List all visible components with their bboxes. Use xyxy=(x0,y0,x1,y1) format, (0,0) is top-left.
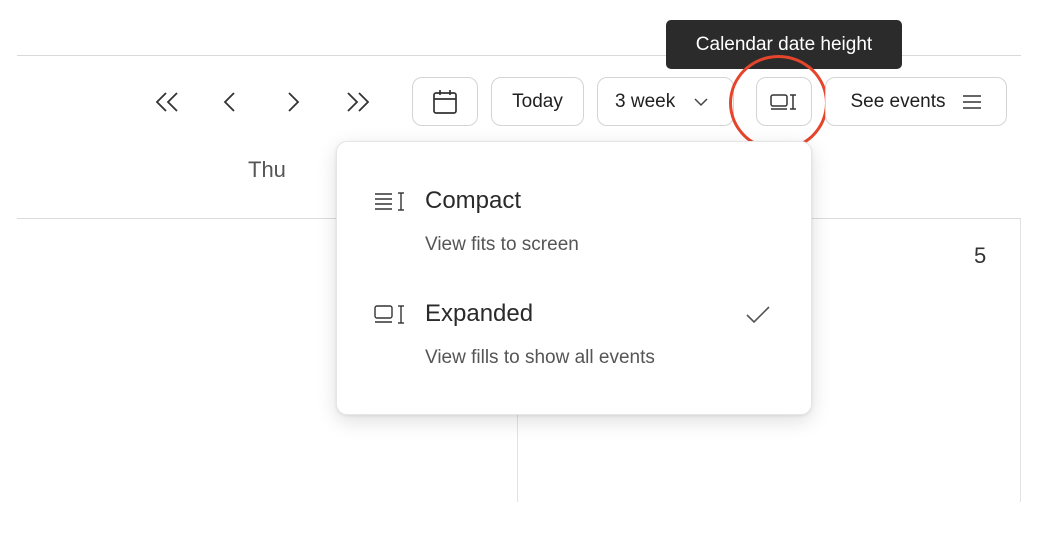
range-select[interactable]: 3 week xyxy=(597,77,734,126)
compact-height-icon xyxy=(375,192,404,211)
date-picker-button[interactable] xyxy=(412,77,478,126)
chevron-down-icon xyxy=(694,97,708,106)
tooltip: Calendar date height xyxy=(666,20,902,69)
next-button[interactable] xyxy=(275,82,311,122)
tooltip-text: Calendar date height xyxy=(695,34,873,55)
calendar-icon xyxy=(433,89,457,114)
menu-item-description: View fills to show all events xyxy=(425,347,655,368)
double-chevron-right-icon xyxy=(347,92,370,112)
double-chevron-left-icon xyxy=(155,92,178,112)
chevron-right-icon xyxy=(288,92,300,112)
menu-item-expanded[interactable]: Expanded View fills to show all events xyxy=(337,291,813,391)
menu-item-compact[interactable]: Compact View fits to screen xyxy=(337,178,813,278)
date-number[interactable]: 5 xyxy=(974,243,986,269)
first-page-button[interactable] xyxy=(150,82,186,122)
today-button-label: Today xyxy=(512,90,563,112)
menu-item-title: Expanded xyxy=(425,300,534,327)
expanded-height-icon xyxy=(770,93,796,110)
day-header-thu: Thu xyxy=(248,157,286,182)
menu-item-description: View fits to screen xyxy=(425,234,579,255)
range-select-value: 3 week xyxy=(615,90,676,112)
expanded-height-icon xyxy=(374,305,404,324)
previous-button[interactable] xyxy=(212,82,248,122)
date-height-menu: Compact View fits to screen Expanded Vie… xyxy=(336,141,812,415)
grid-right-border xyxy=(1020,219,1021,502)
see-events-button[interactable]: See events xyxy=(825,77,1007,126)
chevron-left-icon xyxy=(223,92,235,112)
last-page-button[interactable] xyxy=(339,82,375,122)
date-height-button[interactable] xyxy=(756,77,812,126)
checkmark-icon xyxy=(746,306,770,324)
today-button[interactable]: Today xyxy=(491,77,584,126)
menu-item-title: Compact xyxy=(425,187,522,214)
list-icon xyxy=(962,94,981,109)
see-events-label: See events xyxy=(850,90,946,112)
